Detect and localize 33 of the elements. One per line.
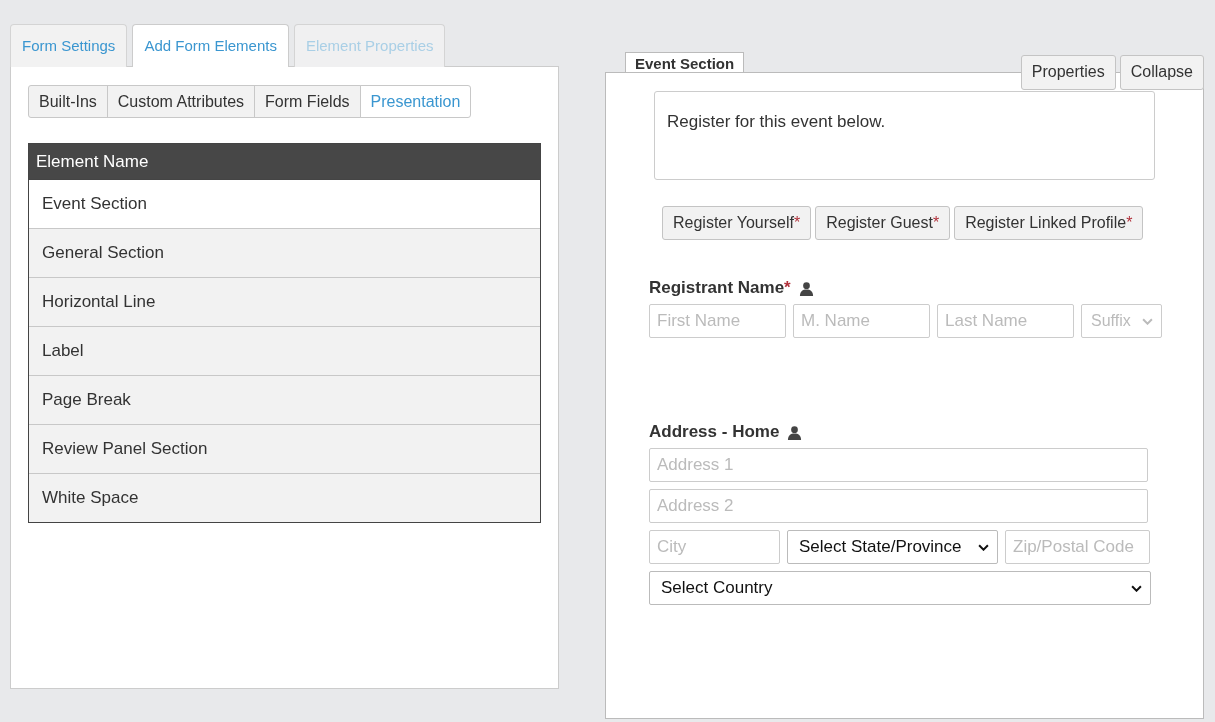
person-icon — [787, 424, 803, 440]
table-row[interactable]: Page Break — [29, 375, 540, 424]
table-row[interactable]: Horizontal Line — [29, 277, 540, 326]
input-field[interactable]: Zip/Postal Code — [1005, 530, 1150, 564]
register-button[interactable]: Register Guest* — [815, 206, 951, 240]
toolbar-button[interactable]: Collapse — [1119, 55, 1204, 90]
input-field[interactable]: Address 1 — [649, 448, 1148, 482]
input-field[interactable]: Last Name — [937, 304, 1074, 338]
column-header: Element Name — [29, 144, 540, 180]
chevron-down-icon — [978, 543, 989, 551]
section-tab[interactable]: Event Section — [625, 52, 745, 73]
person-icon — [798, 280, 814, 296]
tab[interactable]: Custom Attributes — [106, 85, 256, 118]
field-label: Address - Home — [649, 422, 780, 442]
field-label: Registrant Name* — [649, 278, 791, 298]
register-button[interactable]: Register Linked Profile* — [954, 206, 1144, 240]
chevron-down-icon — [1142, 317, 1153, 325]
toolbar-button[interactable]: Properties — [1020, 55, 1116, 90]
table-row[interactable]: Review Panel Section — [29, 424, 540, 473]
tab[interactable]: Built-Ins — [28, 85, 108, 118]
input-field[interactable]: First Name — [649, 304, 786, 338]
table-row[interactable]: General Section — [29, 228, 540, 277]
input-field[interactable]: Address 2 — [649, 489, 1148, 523]
table-row[interactable]: White Space — [29, 473, 540, 522]
dropdown[interactable]: Select Country — [649, 571, 1151, 605]
table-row[interactable]: Label — [29, 326, 540, 375]
register-button[interactable]: Register Yourself* — [662, 206, 812, 240]
tab[interactable]: Form Fields — [254, 85, 361, 118]
chevron-down-icon — [1131, 584, 1142, 592]
intro-text-box: Register for this event below. — [654, 91, 1155, 180]
input-field[interactable]: M. Name — [793, 304, 930, 338]
input-field[interactable]: City — [649, 530, 780, 564]
dropdown[interactable]: Select State/Province — [787, 530, 998, 564]
